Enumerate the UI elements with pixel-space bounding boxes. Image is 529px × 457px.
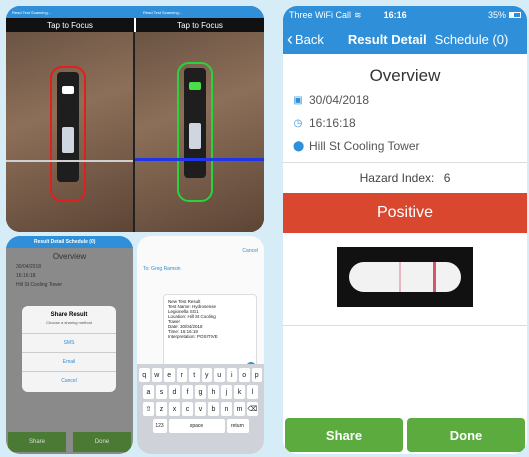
sms-cancel[interactable]: Cancel	[242, 248, 258, 254]
done-small-button[interactable]: Done	[73, 432, 131, 452]
comments-field[interactable]	[283, 336, 527, 406]
back-button[interactable]: Back	[295, 32, 324, 47]
key[interactable]: m	[234, 402, 245, 416]
time-value: 16:16:18	[309, 116, 356, 130]
carrier-label: Three WiFi Call	[289, 10, 352, 20]
shift-key-icon[interactable]: ⇧	[143, 402, 154, 416]
key[interactable]: i	[226, 368, 237, 382]
battery-label: 35%	[487, 10, 506, 20]
dialog-subtitle: Choose a sharing method	[46, 320, 92, 325]
time-row: ◷ 16:16:18	[283, 115, 527, 131]
key[interactable]: h	[208, 385, 219, 399]
keyboard: qwertyuiop asdfghjkl ⇧ zxcvbnm ⌫ 123 spa…	[137, 364, 264, 454]
status-time: 16:16	[383, 10, 407, 20]
share-button[interactable]: Share	[285, 418, 403, 452]
camera-view-left[interactable]	[6, 32, 133, 232]
share-small-button[interactable]: Share	[8, 432, 66, 452]
key[interactable]: g	[195, 385, 206, 399]
scan-status-left: Read Test Scanning...	[12, 9, 52, 15]
test-strip	[57, 72, 79, 182]
scan-status-right: Read Test Scanning...	[143, 9, 183, 15]
key[interactable]: e	[164, 368, 175, 382]
hazard-index: Hazard Index: 6	[283, 162, 527, 185]
date-row: ▣ 30/04/2018	[283, 92, 527, 108]
key[interactable]: o	[239, 368, 250, 382]
share-overview-title: Overview	[52, 252, 87, 261]
calendar-icon: ▣	[293, 94, 303, 106]
hazard-value: 6	[443, 171, 451, 185]
camera-view-right[interactable]	[135, 32, 264, 232]
cancel-option[interactable]: Cancel	[22, 371, 116, 390]
key[interactable]: c	[182, 402, 193, 416]
sms-message-bubble[interactable]: New Test Result Test Name: Hydrosense Le…	[163, 294, 257, 374]
scan-status-bar: Read Test Scanning... Read Test Scanning…	[6, 6, 264, 18]
detail-title: Result Detail	[347, 31, 427, 47]
scan-panel: Read Test Scanning... Read Test Scanning…	[6, 6, 264, 232]
hazard-label: Hazard Index:	[359, 171, 435, 185]
share-panel: Result Detail Schedule (0) Overview 30/0…	[6, 236, 133, 454]
back-chevron-icon[interactable]: ‹	[287, 29, 293, 50]
sms-option[interactable]: SMS	[22, 333, 116, 352]
detail-panel: Three WiFi Call ≋ 16:16 35% ‹ Back Resul…	[283, 6, 527, 454]
test-strip-image	[337, 247, 473, 307]
detail-status-bar: Three WiFi Call ≋ 16:16 35%	[283, 6, 527, 24]
schedule-button[interactable]: Schedule (0)	[435, 32, 509, 47]
key[interactable]: x	[169, 402, 180, 416]
share-nav: Result Detail Schedule (0)	[6, 236, 133, 248]
key[interactable]: a	[143, 385, 154, 399]
msg-line: Interpretation: POSITIVE	[168, 334, 218, 339]
tap-to-focus-right[interactable]: Tap to Focus	[134, 18, 264, 32]
key[interactable]: p	[251, 368, 262, 382]
key[interactable]: r	[176, 368, 187, 382]
key[interactable]: b	[208, 402, 219, 416]
tap-to-focus-left[interactable]: Tap to Focus	[6, 18, 134, 32]
keyboard-row-1: qwertyuiop	[139, 368, 262, 382]
sms-to-field[interactable]: To: Greg Ramsin	[143, 266, 181, 272]
key[interactable]: f	[182, 385, 193, 399]
dialog-title: Share Result	[50, 312, 88, 318]
space-key[interactable]: space	[168, 419, 225, 433]
key[interactable]: w	[151, 368, 162, 382]
keyboard-row-3: ⇧ zxcvbnm ⌫	[139, 402, 262, 416]
return-key[interactable]: return	[226, 419, 249, 433]
key[interactable]: t	[189, 368, 200, 382]
done-button[interactable]: Done	[407, 418, 525, 452]
result-banner: Positive	[283, 193, 527, 233]
clock-icon: ◷	[293, 117, 303, 129]
keyboard-row-2: asdfghjkl	[139, 385, 262, 399]
location-pin-icon: ⬤	[293, 140, 305, 152]
email-option[interactable]: Email	[22, 352, 116, 371]
key[interactable]: l	[247, 385, 258, 399]
share-dialog: Share Result Choose a sharing method SMS…	[22, 306, 116, 392]
key[interactable]: j	[221, 385, 232, 399]
numbers-key[interactable]: 123	[152, 419, 167, 433]
key[interactable]: q	[139, 368, 150, 382]
battery-icon	[509, 12, 521, 18]
key[interactable]: s	[156, 385, 167, 399]
keyboard-row-4: 123 space return	[139, 419, 262, 433]
detail-nav-bar: ‹ Back Result Detail Schedule (0)	[283, 24, 527, 54]
share-date: 30/04/2018	[16, 264, 42, 270]
key[interactable]: v	[195, 402, 206, 416]
backspace-key-icon[interactable]: ⌫	[247, 402, 258, 416]
location-row: ⬤ Hill St Cooling Tower	[283, 138, 527, 154]
key[interactable]: k	[234, 385, 245, 399]
share-time: 16:16:18	[16, 273, 36, 279]
key[interactable]: z	[156, 402, 167, 416]
share-location: Hill St Cooling Tower	[16, 282, 63, 288]
sms-panel: Cancel To: Greg Ramsin New Test Result T…	[137, 236, 264, 454]
scan-line	[6, 160, 133, 162]
scan-line	[135, 158, 264, 161]
key[interactable]: n	[221, 402, 232, 416]
overview-title: Overview	[369, 66, 441, 85]
location-value: Hill St Cooling Tower	[309, 139, 420, 153]
key[interactable]: u	[214, 368, 225, 382]
date-value: 30/04/2018	[309, 93, 370, 107]
key[interactable]: d	[169, 385, 180, 399]
key[interactable]: y	[201, 368, 212, 382]
wifi-icon: ≋	[354, 9, 362, 20]
test-strip	[184, 68, 206, 178]
share-nav-label: Result Detail Schedule (0)	[34, 239, 96, 245]
